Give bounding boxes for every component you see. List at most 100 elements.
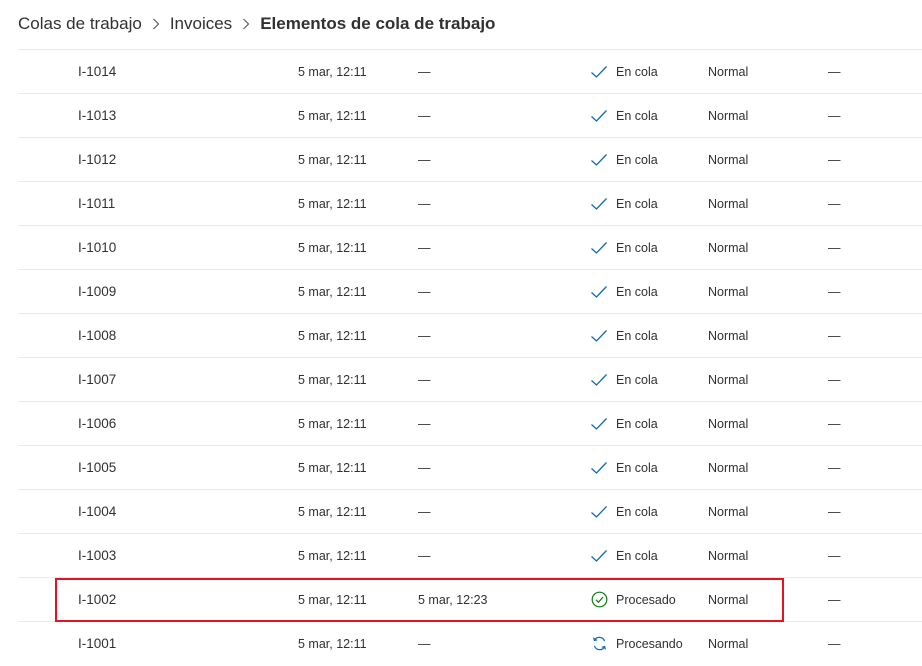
created-time: 5 mar, 12:11 (298, 284, 367, 299)
table-row-i-1014[interactable]: I-1014 5 mar, 12:11 — En cola Normal — (18, 49, 922, 93)
status-cell: En cola (590, 270, 658, 313)
table-row-i-1010[interactable]: I-1010 5 mar, 12:11 — En cola Normal — (18, 225, 922, 269)
table-row-i-1002[interactable]: I-1002 5 mar, 12:11 5 mar, 12:23 Procesa… (18, 577, 922, 621)
checkmark-icon (590, 459, 608, 477)
processed-time: — (418, 108, 431, 123)
table-row-i-1009[interactable]: I-1009 5 mar, 12:11 — En cola Normal — (18, 269, 922, 313)
extra-value: — (828, 196, 841, 211)
table-row-i-1006[interactable]: I-1006 5 mar, 12:11 — En cola Normal — (18, 401, 922, 445)
table-row-i-1012[interactable]: I-1012 5 mar, 12:11 — En cola Normal — (18, 137, 922, 181)
item-id[interactable]: I-1010 (78, 226, 116, 269)
status-label: En cola (616, 504, 658, 519)
processed-time: — (418, 328, 431, 343)
status-label: En cola (616, 108, 658, 123)
status-label: En cola (616, 460, 658, 475)
created-time: 5 mar, 12:11 (298, 416, 367, 431)
extra-value: — (828, 108, 841, 123)
checkmark-icon (590, 503, 608, 521)
extra-value: — (828, 636, 841, 651)
chevron-right-icon (142, 14, 170, 34)
status-cell: Procesado (590, 578, 676, 621)
status-cell: En cola (590, 226, 658, 269)
item-id[interactable]: I-1004 (78, 490, 116, 533)
extra-value: — (828, 548, 841, 563)
status-cell: En cola (590, 358, 658, 401)
created-time: 5 mar, 12:11 (298, 504, 367, 519)
item-id[interactable]: I-1002 (78, 578, 116, 621)
priority: Normal (708, 64, 749, 79)
table-row-i-1004[interactable]: I-1004 5 mar, 12:11 — En cola Normal — (18, 489, 922, 533)
priority: Normal (708, 328, 749, 343)
processed-time: — (418, 416, 431, 431)
processed-time: — (418, 240, 431, 255)
table-row-i-1003[interactable]: I-1003 5 mar, 12:11 — En cola Normal — (18, 533, 922, 577)
item-id[interactable]: I-1003 (78, 534, 116, 577)
priority: Normal (708, 548, 749, 563)
item-id[interactable]: I-1014 (78, 50, 116, 93)
sync-icon (590, 635, 608, 653)
table-row-i-1013[interactable]: I-1013 5 mar, 12:11 — En cola Normal — (18, 93, 922, 137)
priority: Normal (708, 196, 749, 211)
status-label: En cola (616, 64, 658, 79)
processed-time: — (418, 64, 431, 79)
priority: Normal (708, 636, 749, 651)
processed-time: — (418, 284, 431, 299)
item-id[interactable]: I-1009 (78, 270, 116, 313)
item-id[interactable]: I-1008 (78, 314, 116, 357)
status-label: En cola (616, 416, 658, 431)
processed-time: 5 mar, 12:23 (418, 592, 488, 607)
item-id[interactable]: I-1006 (78, 402, 116, 445)
status-cell: En cola (590, 490, 658, 533)
priority: Normal (708, 152, 749, 167)
table-row-i-1005[interactable]: I-1005 5 mar, 12:11 — En cola Normal — (18, 445, 922, 489)
item-id[interactable]: I-1001 (78, 622, 116, 665)
status-label: Procesando (616, 636, 683, 651)
created-time: 5 mar, 12:11 (298, 108, 367, 123)
status-label: En cola (616, 284, 658, 299)
priority: Normal (708, 284, 749, 299)
checkmark-icon (590, 415, 608, 433)
checkmark-icon (590, 63, 608, 81)
item-id[interactable]: I-1005 (78, 446, 116, 489)
status-label: En cola (616, 328, 658, 343)
checkmark-icon (590, 371, 608, 389)
item-id[interactable]: I-1012 (78, 138, 116, 181)
created-time: 5 mar, 12:11 (298, 328, 367, 343)
extra-value: — (828, 240, 841, 255)
created-time: 5 mar, 12:11 (298, 240, 367, 255)
item-id[interactable]: I-1007 (78, 358, 116, 401)
created-time: 5 mar, 12:11 (298, 372, 367, 387)
table-row-i-1001[interactable]: I-1001 5 mar, 12:11 — Procesando Normal … (18, 621, 922, 665)
item-id[interactable]: I-1013 (78, 94, 116, 137)
checkmark-icon (590, 283, 608, 301)
checkmark-icon (590, 239, 608, 257)
breadcrumb-invoices[interactable]: Invoices (170, 14, 232, 34)
status-cell: En cola (590, 182, 658, 225)
extra-value: — (828, 592, 841, 607)
status-label: En cola (616, 372, 658, 387)
created-time: 5 mar, 12:11 (298, 196, 367, 211)
status-cell: En cola (590, 446, 658, 489)
breadcrumb: Colas de trabajo Invoices Elementos de c… (18, 0, 495, 48)
item-id[interactable]: I-1011 (78, 182, 115, 225)
extra-value: — (828, 64, 841, 79)
processed-time: — (418, 196, 431, 211)
status-cell: Procesando (590, 622, 683, 665)
chevron-right-icon (232, 14, 260, 34)
processed-time: — (418, 636, 431, 651)
priority: Normal (708, 592, 749, 607)
extra-value: — (828, 152, 841, 167)
breadcrumb-work-queues[interactable]: Colas de trabajo (18, 14, 142, 34)
table-row-i-1007[interactable]: I-1007 5 mar, 12:11 — En cola Normal — (18, 357, 922, 401)
extra-value: — (828, 328, 841, 343)
processed-time: — (418, 548, 431, 563)
table-row-i-1008[interactable]: I-1008 5 mar, 12:11 — En cola Normal — (18, 313, 922, 357)
status-cell: En cola (590, 138, 658, 181)
status-cell: En cola (590, 402, 658, 445)
extra-value: — (828, 372, 841, 387)
table-row-i-1011[interactable]: I-1011 5 mar, 12:11 — En cola Normal — (18, 181, 922, 225)
checkmark-icon (590, 107, 608, 125)
check-circle-icon (590, 591, 608, 609)
created-time: 5 mar, 12:11 (298, 152, 367, 167)
checkmark-icon (590, 327, 608, 345)
